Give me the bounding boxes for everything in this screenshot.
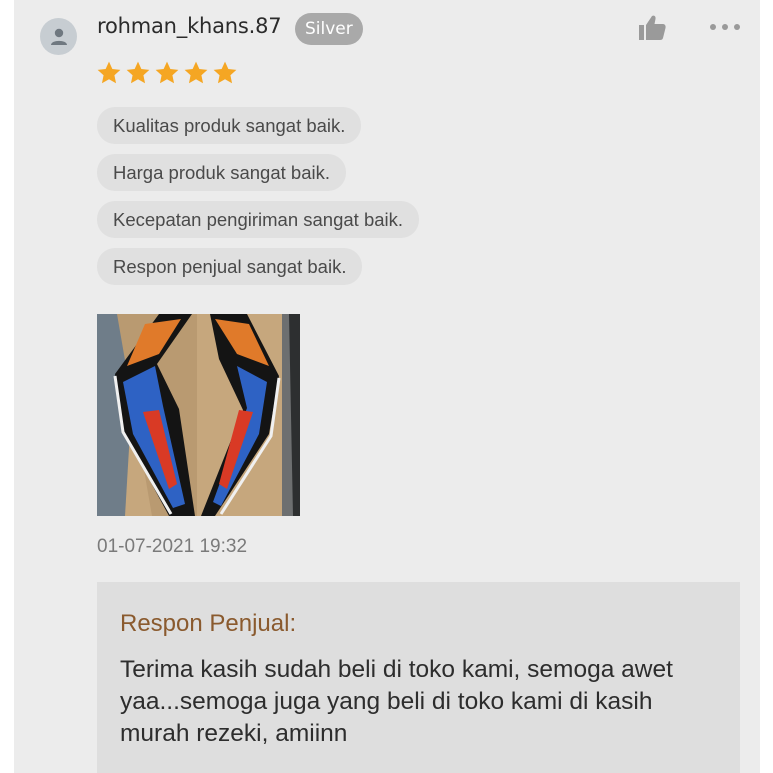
review-tags: Kualitas produk sangat baik. Harga produ… [97, 107, 420, 285]
thumbs-up-icon[interactable] [637, 14, 667, 42]
star-icon [126, 61, 150, 84]
review-photo[interactable] [97, 314, 300, 516]
membership-badge: Silver [295, 13, 363, 45]
reviewer-username[interactable]: rohman_khans.87 [97, 14, 282, 38]
star-icon [155, 61, 179, 84]
user-avatar-icon [50, 28, 67, 45]
sticker-photo-image [97, 314, 300, 516]
review-tag: Harga produk sangat baik. [97, 154, 346, 191]
review-timestamp: 01-07-2021 19:32 [97, 536, 248, 557]
user-avatar[interactable] [40, 18, 77, 55]
review-tag: Kecepatan pengiriman sangat baik. [97, 201, 420, 238]
seller-response-title: Respon Penjual: [120, 610, 297, 637]
seller-response-text: Terima kasih sudah beli di toko kami, se… [120, 656, 673, 747]
review-tag: Kualitas produk sangat baik. [97, 107, 362, 144]
more-dots-icon[interactable] [706, 21, 744, 33]
star-rating [96, 60, 238, 86]
star-icon [184, 61, 208, 84]
star-icon [213, 61, 237, 84]
seller-response-box: Respon Penjual: Terima kasih sudah beli … [97, 582, 740, 773]
star-icon [97, 61, 121, 84]
review-tag: Respon penjual sangat baik. [97, 248, 363, 285]
